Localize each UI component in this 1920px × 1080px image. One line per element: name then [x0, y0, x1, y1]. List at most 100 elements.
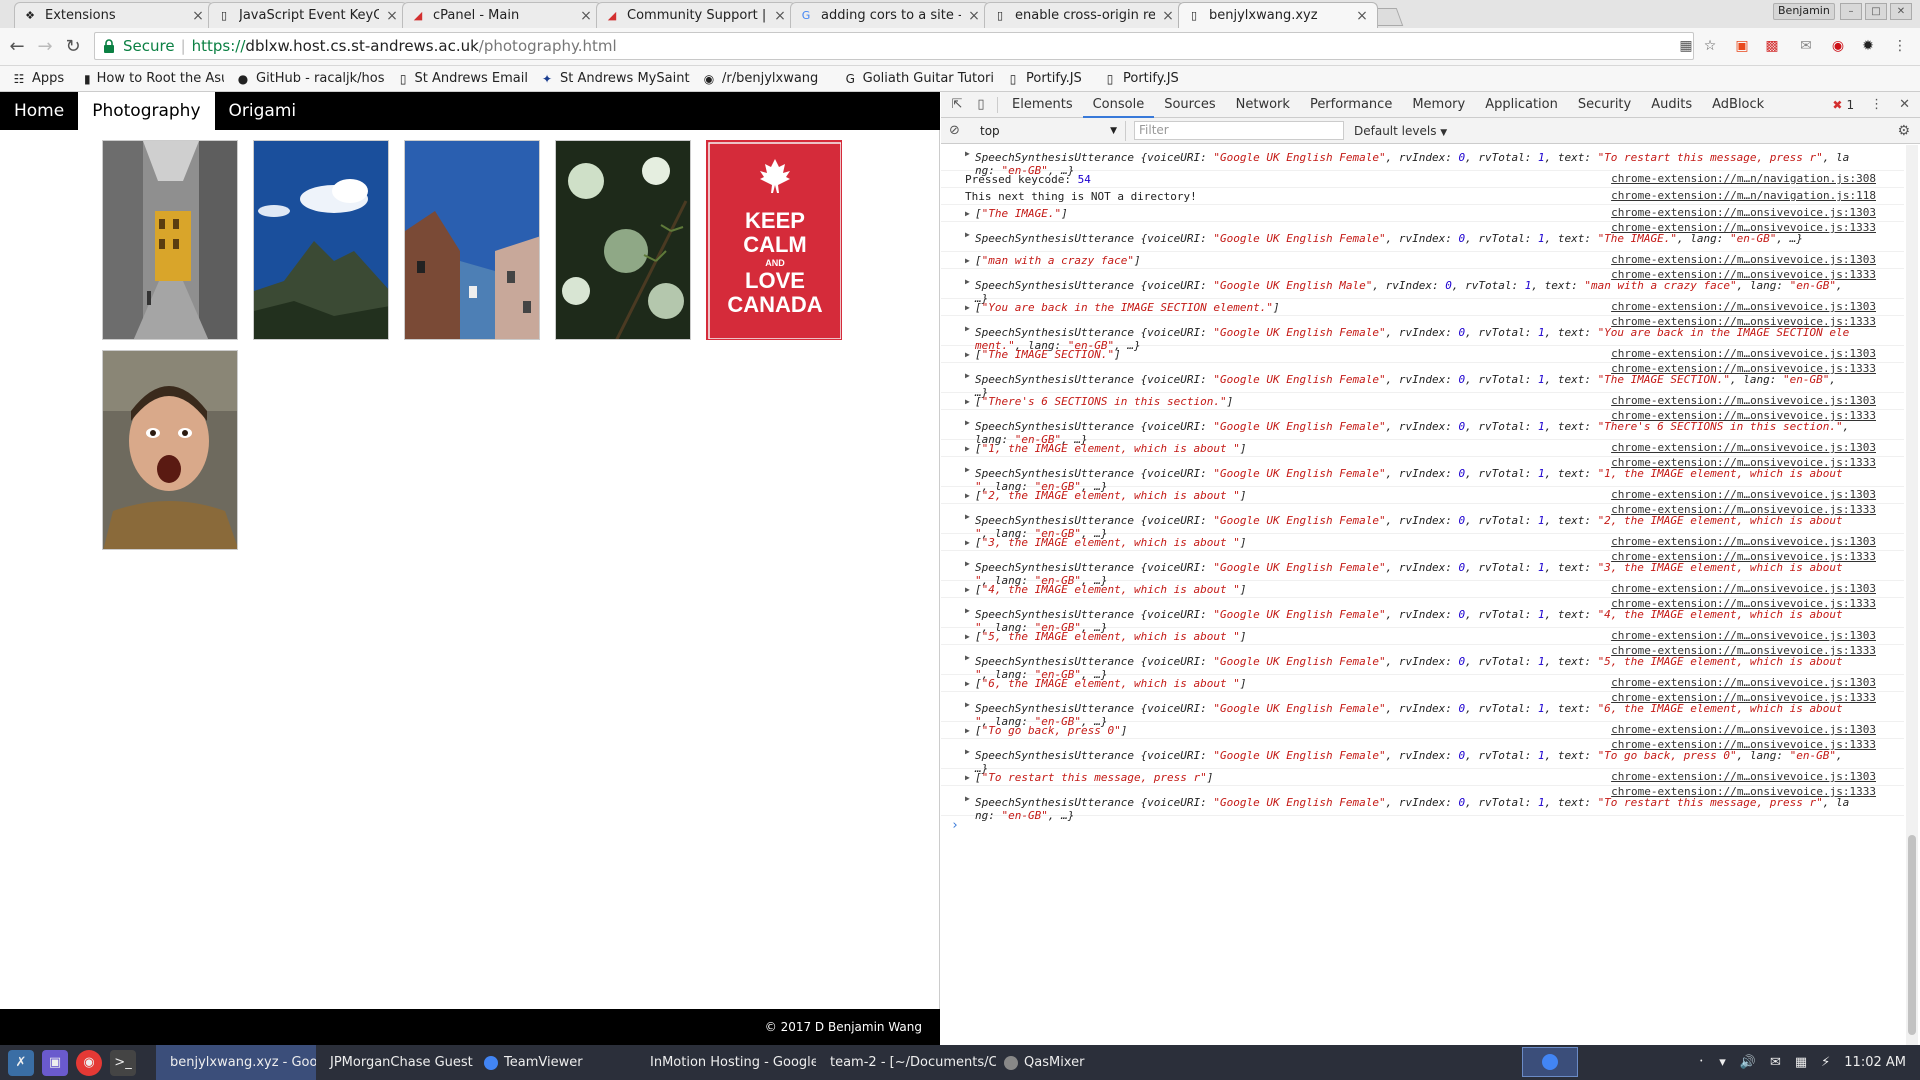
console-source-link[interactable]: chrome-extension://m…onsivevoice.js:1333 — [1611, 315, 1876, 328]
poster-keep-calm[interactable]: KEEP CALM AND LOVE CANADA — [706, 140, 842, 340]
nav-item-photography[interactable]: Photography — [78, 92, 215, 130]
menu-icon[interactable]: ⋮ — [1890, 36, 1910, 56]
error-icon[interactable]: ✖ — [1832, 98, 1842, 112]
log-levels-dropdown[interactable]: Default levels ▼ — [1354, 124, 1447, 138]
console-settings-icon[interactable]: ⚙ — [1897, 123, 1910, 139]
console-message[interactable]: chrome-extension://m…onsivevoice.js:1303… — [941, 252, 1904, 269]
browser-tab[interactable]: ▯ benjylxwang.xyz × — [1178, 2, 1378, 28]
devtools-tab-application[interactable]: Application — [1475, 92, 1568, 118]
minimize-button[interactable]: – — [1840, 3, 1862, 20]
console-message[interactable]: chrome-extension://m…onsivevoice.js:1333… — [941, 268, 1904, 305]
console-scrollbar[interactable] — [1906, 145, 1918, 1045]
console-message[interactable]: chrome-extension://m…onsivevoice.js:1303… — [941, 581, 1904, 598]
expand-triangle-icon[interactable]: ▶ — [965, 463, 970, 476]
context-selector[interactable]: top ▼ — [976, 120, 1126, 141]
opera-extension-icon[interactable]: ◉ — [1828, 36, 1848, 56]
browser-tab[interactable]: Gadding cors to a site - G × — [790, 2, 990, 28]
console-message[interactable]: chrome-extension://m…onsivevoice.js:1303… — [941, 769, 1904, 786]
close-icon[interactable]: × — [1355, 8, 1369, 24]
devtools-tab-network[interactable]: Network — [1226, 92, 1300, 118]
close-icon[interactable]: × — [191, 8, 205, 24]
console-source-link[interactable]: chrome-extension://m…onsivevoice.js:1303 — [1611, 535, 1876, 548]
console-source-link[interactable]: chrome-extension://m…onsivevoice.js:1303 — [1611, 770, 1876, 783]
browser-tab[interactable]: ◢ Community Support | In × — [596, 2, 796, 28]
close-icon[interactable]: × — [1161, 8, 1175, 24]
clock[interactable]: 11:02 AM — [1844, 1055, 1906, 1070]
console-source-link[interactable]: chrome-extension://m…n/navigation.js:118 — [1611, 189, 1876, 202]
devtools-tab-security[interactable]: Security — [1568, 92, 1641, 118]
close-icon[interactable]: × — [385, 8, 399, 24]
console-source-link[interactable]: chrome-extension://m…onsivevoice.js:1303 — [1611, 206, 1876, 219]
console-source-link[interactable]: chrome-extension://m…onsivevoice.js:1333 — [1611, 409, 1876, 422]
console-source-link[interactable]: chrome-extension://m…onsivevoice.js:1303 — [1611, 347, 1876, 360]
battery-icon[interactable]: ⚡ — [1821, 1055, 1830, 1070]
bookmark-item[interactable]: ● GitHub - racaljk/hos — [236, 71, 386, 86]
console-message[interactable]: chrome-extension://m…onsivevoice.js:1303… — [941, 346, 1904, 363]
expand-triangle-icon[interactable]: ▶ — [965, 442, 970, 455]
console-message[interactable]: chrome-extension://m…onsivevoice.js:1303… — [941, 205, 1904, 222]
expand-triangle-icon[interactable]: ▶ — [965, 583, 970, 596]
console-message[interactable]: chrome-extension://m…onsivevoice.js:1303… — [941, 393, 1904, 410]
devtools-tab-console[interactable]: Console — [1082, 92, 1155, 118]
calendar-icon[interactable]: ▦ — [1795, 1055, 1807, 1070]
console-message[interactable]: ▶ SpeechSynthesisUtterance {voiceURI: "Go… — [941, 145, 1904, 177]
bookmark-item[interactable]: ▯ St Andrews Email — [398, 71, 528, 86]
console-message[interactable]: chrome-extension://m…onsivevoice.js:1303… — [941, 675, 1904, 692]
console-source-link[interactable]: chrome-extension://m…onsivevoice.js:1333 — [1611, 362, 1876, 375]
message-extension-icon[interactable]: ✉ — [1796, 36, 1816, 56]
error-count[interactable]: 1 — [1846, 98, 1854, 112]
reload-icon[interactable]: ↻ — [62, 36, 84, 58]
back-icon[interactable]: ← — [6, 36, 28, 58]
expand-triangle-icon[interactable]: ▶ — [965, 322, 970, 335]
close-icon[interactable]: × — [579, 8, 593, 24]
bookmark-item[interactable]: G Goliath Guitar Tutori — [844, 71, 994, 86]
console-source-link[interactable]: chrome-extension://m…onsivevoice.js:1303 — [1611, 253, 1876, 266]
console-message[interactable]: chrome-extension://m…onsivevoice.js:1303… — [941, 628, 1904, 645]
devtools-tab-memory[interactable]: Memory — [1402, 92, 1475, 118]
console-source-link[interactable]: chrome-extension://m…onsivevoice.js:1303 — [1611, 441, 1876, 454]
clear-console-icon[interactable]: ⊘ — [949, 123, 960, 138]
taskbar-window[interactable]: TeamViewer — [476, 1045, 636, 1080]
devtools-tab-elements[interactable]: Elements — [1002, 92, 1083, 118]
bug-extension-icon[interactable]: ✹ — [1858, 36, 1878, 56]
console-message[interactable]: chrome-extension://m…onsivevoice.js:1303… — [941, 440, 1904, 457]
console-message[interactable]: chrome-extension://m…onsivevoice.js:1303… — [941, 487, 1904, 504]
expand-triangle-icon[interactable]: ▶ — [965, 489, 970, 502]
close-window-button[interactable]: ✕ — [1890, 3, 1912, 20]
console-message[interactable]: chrome-extension://m…n/navigation.js:118… — [941, 188, 1904, 205]
devtools-close-icon[interactable]: ✕ — [1899, 97, 1910, 112]
expand-triangle-icon[interactable]: ▶ — [965, 724, 970, 737]
bookmark-item[interactable]: ▯ Portify.JS — [1103, 71, 1188, 86]
expand-triangle-icon[interactable]: ▶ — [965, 771, 970, 784]
devtools-menu-icon[interactable]: ⋮ — [1870, 97, 1883, 112]
bookmark-item[interactable]: ▯ Portify.JS — [1006, 71, 1091, 86]
nav-item-home[interactable]: Home — [0, 92, 78, 130]
pinned-chrome-window[interactable] — [1522, 1047, 1578, 1077]
console-source-link[interactable]: chrome-extension://m…onsivevoice.js:1333 — [1611, 503, 1876, 516]
console-message[interactable]: chrome-extension://m…onsivevoice.js:1333… — [941, 550, 1904, 587]
console-message[interactable]: chrome-extension://m…onsivevoice.js:1333… — [941, 362, 1904, 399]
expand-triangle-icon[interactable]: ▶ — [965, 228, 970, 241]
mail-icon[interactable]: ✉ — [1770, 1055, 1781, 1070]
expand-triangle-icon[interactable]: ▶ — [965, 604, 970, 617]
console-source-link[interactable]: chrome-extension://m…onsivevoice.js:1333 — [1611, 597, 1876, 610]
profile-badge[interactable]: Benjamin — [1773, 3, 1835, 20]
console-source-link[interactable]: chrome-extension://m…onsivevoice.js:1303 — [1611, 300, 1876, 313]
nav-item-origami[interactable]: Origami — [215, 92, 311, 130]
console-message[interactable]: chrome-extension://m…onsivevoice.js:1333… — [941, 503, 1904, 540]
forward-icon[interactable]: → — [34, 36, 56, 58]
console-source-link[interactable]: chrome-extension://m…onsivevoice.js:1333 — [1611, 738, 1876, 751]
expand-triangle-icon[interactable]: ▶ — [965, 301, 970, 314]
photo-buildings[interactable] — [404, 140, 540, 340]
console-message[interactable]: chrome-extension://m…onsivevoice.js:1333… — [941, 221, 1904, 252]
console-message[interactable]: chrome-extension://m…onsivevoice.js:1303… — [941, 722, 1904, 739]
console-source-link[interactable]: chrome-extension://m…onsivevoice.js:1303 — [1611, 582, 1876, 595]
expand-triangle-icon[interactable]: ▶ — [965, 510, 970, 523]
console-source-link[interactable]: chrome-extension://m…onsivevoice.js:1303 — [1611, 394, 1876, 407]
taskbar-window[interactable]: team-2 - [~/Documents/Cod... — [816, 1045, 996, 1080]
terminal-icon[interactable]: >_ — [110, 1049, 136, 1076]
expand-triangle-icon[interactable]: ▶ — [965, 416, 970, 429]
maximize-button[interactable]: □ — [1865, 3, 1887, 20]
browser-tab[interactable]: ◢ cPanel - Main × — [402, 2, 602, 28]
bookmark-item[interactable]: ◉ /r/benjylxwang — [702, 71, 832, 86]
